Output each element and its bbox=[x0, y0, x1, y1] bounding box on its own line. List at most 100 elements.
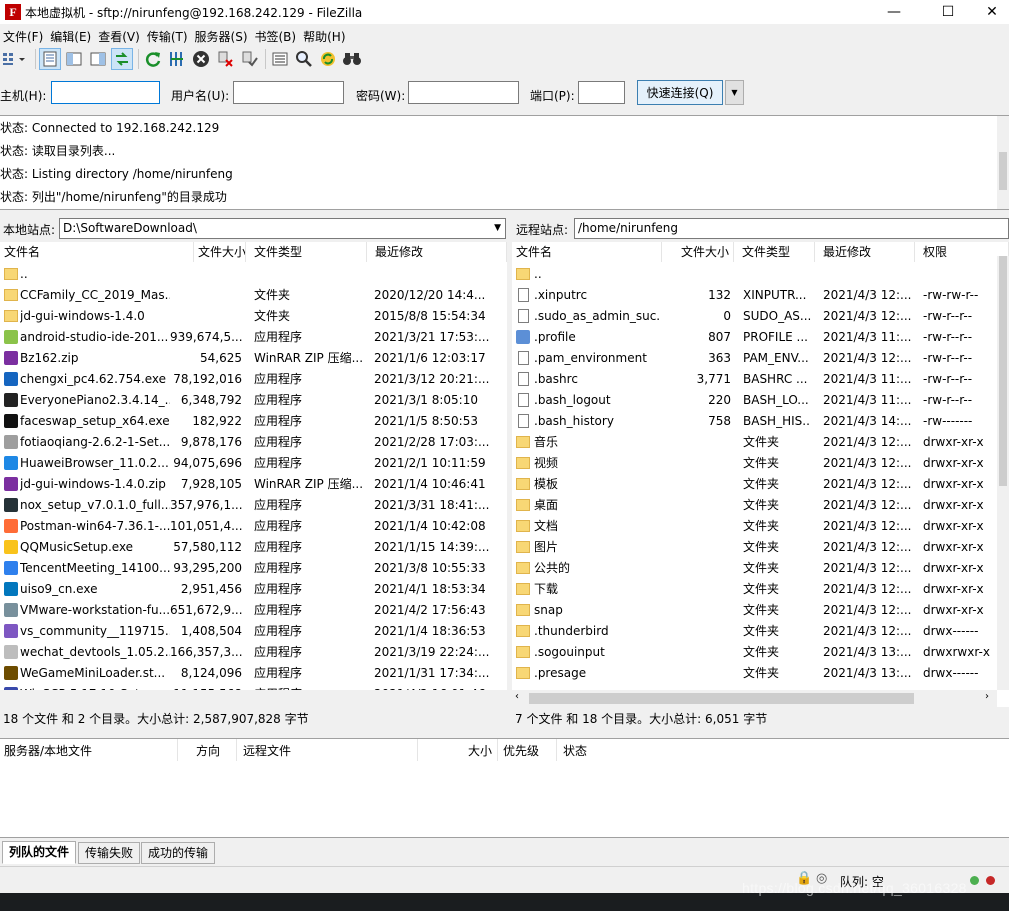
remote-header-modified[interactable]: 最近修改 bbox=[815, 242, 915, 262]
queue-header-status[interactable]: 状态 bbox=[563, 742, 587, 759]
tab-successful-transfers[interactable]: 成功的传输 bbox=[141, 842, 216, 864]
local-path-combobox[interactable]: D:\SoftwareDownload\ ▼ bbox=[59, 218, 506, 239]
toggle-log-button[interactable] bbox=[39, 48, 61, 70]
transfer-queue[interactable]: 服务器/本地文件 方向 远程文件 大小 优先级 状态 bbox=[0, 738, 1009, 838]
toggle-queue-button[interactable] bbox=[111, 48, 133, 70]
local-file-row[interactable]: Postman-win64-7.36.1-... 101,051,4... 应用程序… bbox=[0, 516, 507, 537]
scroll-right-icon[interactable]: › bbox=[985, 691, 989, 702]
remote-header-name[interactable]: 文件名 bbox=[512, 242, 662, 262]
search-remote-files-button[interactable] bbox=[341, 48, 363, 70]
disconnect-button[interactable] bbox=[214, 48, 236, 70]
remote-path-combobox[interactable]: /home/nirunfeng bbox=[574, 218, 1009, 239]
local-file-row[interactable]: WeGameMiniLoader.st... 8,124,096 应用程序 2021/… bbox=[0, 663, 507, 684]
local-file-row[interactable]: faceswap_setup_x64.exe 182,922 应用程序 2021/1/… bbox=[0, 411, 507, 432]
menu-help[interactable]: 帮助(H) bbox=[300, 28, 349, 45]
directory-listing-filter-button[interactable] bbox=[269, 48, 291, 70]
remote-file-row[interactable]: .xinputrc 132 XINPUTR... 2021/4/3 12:... -rw… bbox=[512, 285, 1009, 306]
log-scroll-thumb[interactable] bbox=[999, 152, 1007, 190]
remote-file-row[interactable]: 图片 文件夹 2021/4/3 12:... drwxr-xr-x bbox=[512, 537, 1009, 558]
remote-file-row[interactable]: .profile 807 PROFILE ... 2021/4/3 11:... -rw… bbox=[512, 327, 1009, 348]
remote-file-row[interactable]: .pam_environment 363 PAM_ENV... 2021/4/3 12… bbox=[512, 348, 1009, 369]
remote-file-row[interactable]: .sogouinput 文件夹 2021/4/3 13:... drwxrwxr-x bbox=[512, 642, 1009, 663]
local-hscrollbar[interactable] bbox=[0, 690, 507, 707]
menu-view[interactable]: 查看(V) bbox=[95, 28, 144, 45]
local-header-type[interactable]: 文件类型 bbox=[246, 242, 367, 262]
local-header-modified[interactable]: 最近修改 bbox=[367, 242, 507, 262]
remote-file-row[interactable]: .thunderbird 文件夹 2021/4/3 12:... drwx------ bbox=[512, 621, 1009, 642]
queue-header-size[interactable]: 大小 bbox=[468, 742, 492, 759]
remote-file-row[interactable]: 桌面 文件夹 2021/4/3 12:... drwxr-xr-x bbox=[512, 495, 1009, 516]
local-file-row[interactable]: .. bbox=[0, 264, 507, 285]
queue-header-priority[interactable]: 优先级 bbox=[503, 742, 539, 759]
process-queue-button[interactable] bbox=[166, 48, 188, 70]
local-file-list[interactable]: 文件名 文件大小 文件类型 最近修改 .. CCFamily_CC_2019_Ma… bbox=[0, 242, 507, 707]
local-file-row[interactable]: TencentMeeting_14100... 93,295,200 应用程序 202… bbox=[0, 558, 507, 579]
maximize-button[interactable]: ☐ bbox=[925, 0, 971, 24]
local-file-row[interactable]: uiso9_cn.exe 2,951,456 应用程序 2021/4/1 18:53:… bbox=[0, 579, 507, 600]
local-header-size[interactable]: 文件大小 bbox=[194, 242, 246, 262]
sync-browsing-button[interactable] bbox=[317, 48, 339, 70]
local-file-row[interactable]: QQMusicSetup.exe 57,580,112 应用程序 2021/1/15 … bbox=[0, 537, 507, 558]
local-file-row[interactable]: HuaweiBrowser_11.0.2.... 94,075,696 应用程序 20… bbox=[0, 453, 507, 474]
remote-file-row[interactable]: 模板 文件夹 2021/4/3 12:... drwxr-xr-x bbox=[512, 474, 1009, 495]
local-file-row[interactable]: wechat_devtools_1.05.2... 166,357,3... 应用程… bbox=[0, 642, 507, 663]
refresh-button[interactable] bbox=[142, 48, 164, 70]
remote-file-row[interactable]: 公共的 文件夹 2021/4/3 12:... drwxr-xr-x bbox=[512, 558, 1009, 579]
remote-file-row[interactable]: .. bbox=[512, 264, 1009, 285]
menu-file[interactable]: 文件(F) bbox=[0, 28, 47, 45]
toggle-local-tree-button[interactable] bbox=[63, 48, 85, 70]
menu-transfer[interactable]: 传输(T) bbox=[144, 28, 192, 45]
port-input[interactable] bbox=[578, 81, 625, 104]
reconnect-button[interactable] bbox=[238, 48, 260, 70]
toggle-remote-tree-button[interactable] bbox=[87, 48, 109, 70]
local-file-row[interactable]: nox_setup_v7.0.1.0_full.... 357,976,1... 应… bbox=[0, 495, 507, 516]
remote-file-row[interactable]: 音乐 文件夹 2021/4/3 12:... drwxr-xr-x bbox=[512, 432, 1009, 453]
remote-scroll-thumb[interactable] bbox=[999, 256, 1007, 486]
menu-server[interactable]: 服务器(S) bbox=[192, 28, 252, 45]
remote-header-type[interactable]: 文件类型 bbox=[734, 242, 815, 262]
remote-file-row[interactable]: 下载 文件夹 2021/4/3 12:... drwxr-xr-x bbox=[512, 579, 1009, 600]
remote-file-row[interactable]: .bashrc 3,771 BASHRC ... 2021/4/3 11:... -rw… bbox=[512, 369, 1009, 390]
remote-header-permissions[interactable]: 权限 bbox=[915, 242, 1009, 262]
tab-queued-files[interactable]: 列队的文件 bbox=[2, 841, 77, 864]
cancel-operation-button[interactable] bbox=[190, 48, 212, 70]
scroll-left-icon[interactable]: ‹ bbox=[515, 691, 519, 702]
tab-failed-transfers[interactable]: 传输失败 bbox=[78, 842, 141, 864]
remote-file-row[interactable]: 视频 文件夹 2021/4/3 12:... drwxr-xr-x bbox=[512, 453, 1009, 474]
queue-header-direction[interactable]: 方向 bbox=[196, 742, 220, 759]
local-file-row[interactable]: CCFamily_CC_2019_Mas... 文件夹 2020/12/20 14:… bbox=[0, 285, 507, 306]
local-file-row[interactable]: android-studio-ide-201... 939,674,5... 应用程… bbox=[0, 327, 507, 348]
queue-header-remote-file[interactable]: 远程文件 bbox=[243, 742, 291, 759]
close-button[interactable]: ✕ bbox=[969, 0, 1009, 24]
local-header-name[interactable]: 文件名 bbox=[0, 242, 194, 262]
remote-file-row[interactable]: .presage 文件夹 2021/4/3 13:... drwx------ bbox=[512, 663, 1009, 684]
local-file-row[interactable]: VMware-workstation-fu... 651,672,9... 应用程序… bbox=[0, 600, 507, 621]
remote-hscrollbar[interactable]: ‹ › bbox=[512, 690, 997, 707]
password-input[interactable] bbox=[408, 81, 519, 104]
local-file-row[interactable]: EveryonePiano2.3.4.14_... 6,348,792 应用程序 20… bbox=[0, 390, 507, 411]
chevron-down-icon[interactable]: ▼ bbox=[494, 219, 501, 238]
local-file-row[interactable]: chengxi_pc4.62.754.exe 78,192,016 应用程序 2021… bbox=[0, 369, 507, 390]
local-file-row[interactable]: jd-gui-windows-1.4.0 文件夹 2015/8/8 15:54:34 bbox=[0, 306, 507, 327]
remote-file-row[interactable]: .sudo_as_admin_suc... 0 SUDO_AS... 2021/4/3… bbox=[512, 306, 1009, 327]
remote-file-row[interactable]: .bash_logout 220 BASH_LO... 2021/4/3 11:...… bbox=[512, 390, 1009, 411]
site-manager-button[interactable] bbox=[0, 48, 30, 70]
remote-header-size[interactable]: 文件大小 bbox=[662, 242, 734, 262]
quickconnect-button[interactable]: 快速连接(Q) bbox=[637, 80, 723, 105]
username-input[interactable] bbox=[233, 81, 344, 104]
minimize-button[interactable]: — bbox=[871, 0, 917, 24]
queue-header-local-file[interactable]: 服务器/本地文件 bbox=[4, 742, 92, 759]
quickconnect-dropdown[interactable]: ▼ bbox=[725, 80, 744, 105]
remote-file-row[interactable]: .bash_history 758 BASH_HIS... 2021/4/3 14:.… bbox=[512, 411, 1009, 432]
local-file-row[interactable]: Bz162.zip 54,625 WinRAR ZIP 压缩... 2021/1/6 … bbox=[0, 348, 507, 369]
remote-file-row[interactable]: 文档 文件夹 2021/4/3 12:... drwxr-xr-x bbox=[512, 516, 1009, 537]
local-file-row[interactable]: fotiaoqiang-2.6.2-1-Set... 9,878,176 应用程序 2… bbox=[0, 432, 507, 453]
menu-bookmarks[interactable]: 书签(B) bbox=[252, 28, 301, 45]
menu-edit[interactable]: 编辑(E) bbox=[47, 28, 95, 45]
local-file-row[interactable]: vs_community__119715.... 1,408,504 应用程序 202… bbox=[0, 621, 507, 642]
log-scrollbar[interactable] bbox=[997, 116, 1009, 209]
remote-file-list[interactable]: 文件名 文件大小 文件类型 最近修改 权限 .. .xinputrc 132 XINP… bbox=[512, 242, 1009, 707]
host-input[interactable] bbox=[51, 81, 160, 104]
remote-vscrollbar[interactable] bbox=[997, 256, 1009, 690]
local-file-row[interactable]: jd-gui-windows-1.4.0.zip 7,928,105 WinRAR … bbox=[0, 474, 507, 495]
